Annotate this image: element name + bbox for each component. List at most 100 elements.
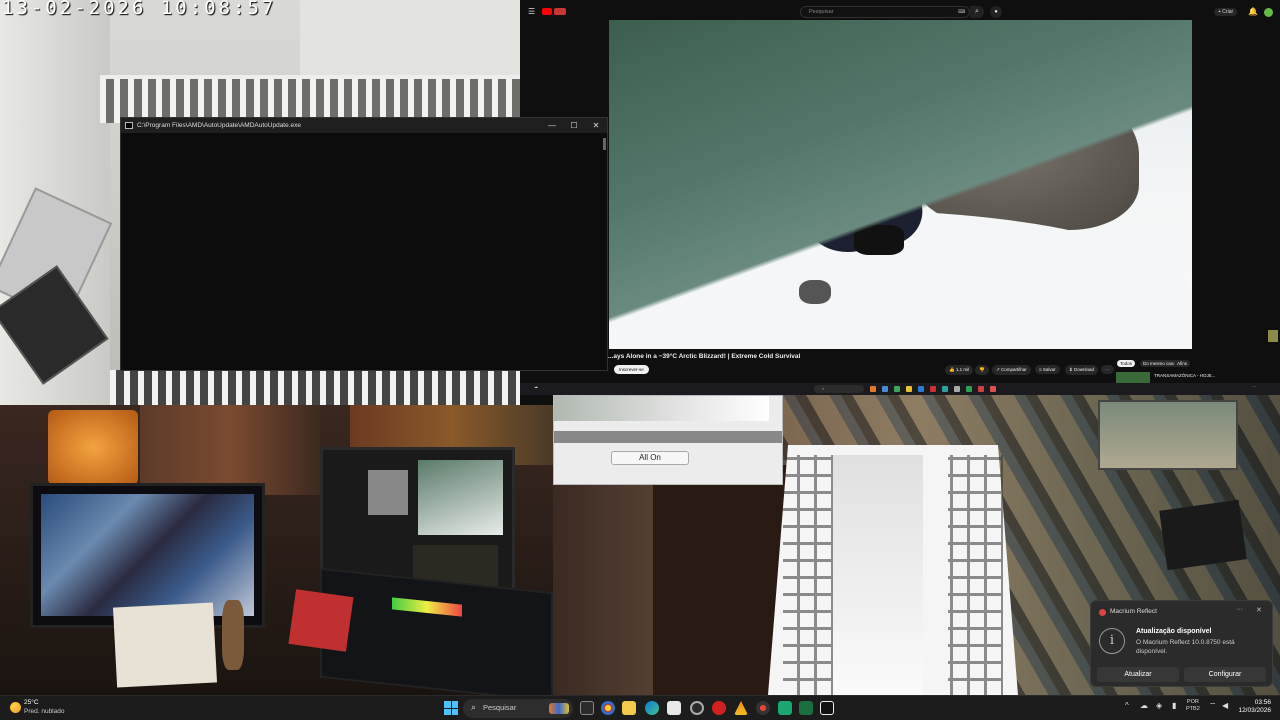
weather-description[interactable]: Pred. nublado xyxy=(24,708,64,715)
remote-clock: ⋯ xyxy=(1252,384,1256,389)
clock-time: 03:56 xyxy=(1254,699,1271,706)
gate-opening xyxy=(833,455,923,695)
search-icon[interactable]: ⌕ xyxy=(970,6,984,18)
room-mural xyxy=(140,405,320,495)
search-highlight-icon xyxy=(549,703,569,714)
cloud-icon[interactable]: ☁ xyxy=(1140,701,1148,710)
notification-body: O Macrium Reflect 10.0.8750 está disponí… xyxy=(1136,639,1235,655)
all-on-button[interactable]: All On xyxy=(611,451,689,465)
clock-date: 12/03/2026 xyxy=(1238,707,1271,714)
dislike-button[interactable]: 👎 xyxy=(975,365,989,375)
maximize-button[interactable]: ☐ xyxy=(563,118,585,133)
language-indicator[interactable]: POR PTB2 xyxy=(1186,699,1200,713)
hamburger-menu-icon[interactable]: ☰ xyxy=(528,7,535,16)
taskbar: 25°C Pred. nublado ⌕ Pesquisar ^ ☁ ◈ ▮ P… xyxy=(0,695,1280,720)
volume-icon[interactable]: ◀ xyxy=(1222,701,1228,710)
remote-app-icon xyxy=(942,386,948,392)
red-app-icon[interactable] xyxy=(712,701,726,715)
chip-related[interactable]: Afins xyxy=(1174,360,1191,367)
desktop: 13-02-2026 10:08:57 ☰ Pesquisar ⌨ ⌕ ● + … xyxy=(0,0,1280,720)
obs-icon[interactable] xyxy=(690,701,704,715)
like-count: 1,1 mil xyxy=(955,367,970,372)
wall-speaker xyxy=(1159,499,1247,571)
remote-weather: ☁ xyxy=(534,384,538,389)
video-title: ...ays Alone in a −39°C Arctic Blizzard!… xyxy=(608,353,801,360)
remote-app-icon xyxy=(954,386,960,392)
camera-railing xyxy=(100,75,520,123)
update-button[interactable]: Atualizar xyxy=(1097,667,1179,682)
search-icon: ⌕ xyxy=(471,702,477,712)
wifi-icon[interactable]: ⌔ xyxy=(1209,701,1217,711)
sidebar-thumbnail[interactable] xyxy=(1268,330,1278,342)
recommended-title: TRANSAMAZÔNICA - HOJE... xyxy=(1154,373,1216,378)
weather-sun-icon[interactable] xyxy=(10,702,21,713)
dialog-image xyxy=(554,396,769,421)
avatar[interactable] xyxy=(1264,8,1273,17)
camera-feed-bottom-left xyxy=(0,405,553,695)
remote-taskbar: ☁ ⌕ ⋯ xyxy=(520,383,1280,395)
terminal-icon xyxy=(125,122,133,129)
terminal-app-icon[interactable] xyxy=(820,701,834,715)
room-monitor-screen xyxy=(41,494,254,616)
remote-app-icon xyxy=(990,386,996,392)
camera-timestamp: 13-02-2026 10:08:57 xyxy=(2,0,277,19)
desk-calendar xyxy=(112,602,218,688)
share-button[interactable]: ↗ Compartilhar xyxy=(992,365,1031,375)
tray-chevron-icon[interactable]: ^ xyxy=(1125,701,1129,710)
weather-temperature[interactable]: 25°C xyxy=(24,699,39,706)
create-button[interactable]: + Criar xyxy=(1214,8,1238,16)
video-tarp xyxy=(609,20,1192,349)
youtube-window: ☰ Pesquisar ⌨ ⌕ ● + Criar 🔔 ...ays Alone… xyxy=(520,0,1280,405)
remote-app-icon xyxy=(894,386,900,392)
shield-icon[interactable]: ◈ xyxy=(1156,701,1162,710)
youtube-search-input[interactable]: Pesquisar xyxy=(800,6,970,18)
task-view-icon[interactable] xyxy=(580,701,594,715)
room-monitor-lower xyxy=(320,567,553,695)
like-button[interactable]: 👍 1,1 mil xyxy=(945,365,974,375)
desk-red-box xyxy=(288,589,354,652)
microphone-icon[interactable]: ● xyxy=(990,6,1002,18)
chip-all[interactable]: Todos xyxy=(1117,360,1136,367)
chrome-canary-icon[interactable] xyxy=(756,701,770,715)
more-actions-button[interactable]: ··· xyxy=(1101,365,1114,374)
console-scrollbar[interactable] xyxy=(603,138,606,150)
excel-icon[interactable] xyxy=(799,701,813,715)
notification-app-name: Macrium Reflect xyxy=(1110,608,1157,615)
remote-app-icon xyxy=(882,386,888,392)
room-lamp xyxy=(48,410,138,485)
close-button[interactable]: ✕ xyxy=(585,118,607,133)
download-button[interactable]: ⬇ Download xyxy=(1065,365,1099,375)
more-options-icon[interactable]: ··· xyxy=(1236,606,1243,613)
clock[interactable]: 03:56 12/03/2026 xyxy=(1238,699,1271,715)
chrome-icon[interactable] xyxy=(601,701,615,715)
save-button[interactable]: ≡ Salvar xyxy=(1035,365,1060,374)
audio-meter xyxy=(392,597,462,617)
edge-icon[interactable] xyxy=(645,701,659,715)
wall-photo xyxy=(1098,400,1238,470)
start-button[interactable] xyxy=(444,701,458,715)
console-titlebar[interactable]: C:\Program Files\AMD\AutoUpdate\AMDAutoU… xyxy=(121,118,607,133)
green-app-icon[interactable] xyxy=(778,701,792,715)
video-player[interactable] xyxy=(609,20,1192,349)
file-explorer-icon[interactable] xyxy=(622,701,636,715)
remote-app-icon xyxy=(906,386,912,392)
info-icon: i xyxy=(1099,628,1125,654)
store-icon[interactable] xyxy=(667,701,681,715)
console-window[interactable]: C:\Program Files\AMD\AutoUpdate\AMDAutoU… xyxy=(120,117,608,371)
youtube-topbar: ☰ Pesquisar ⌨ ⌕ ● + Criar 🔔 xyxy=(520,4,1280,20)
youtube-logo-icon[interactable] xyxy=(542,8,552,15)
remote-dialog: All On xyxy=(553,395,783,485)
keyboard-icon[interactable]: ⌨ xyxy=(958,9,965,15)
notification-title: Atualização disponível xyxy=(1136,628,1212,635)
minimize-button[interactable]: — xyxy=(541,118,563,133)
subscribe-button[interactable]: Inscrever-se xyxy=(614,365,649,374)
update-notification[interactable]: Macrium Reflect ··· ✕ i Atualização disp… xyxy=(1090,600,1273,687)
taskbar-search[interactable]: ⌕ Pesquisar xyxy=(463,699,573,718)
close-icon[interactable]: ✕ xyxy=(1256,606,1262,614)
configure-button[interactable]: Configurar xyxy=(1184,667,1266,682)
keyboard-layout: PTB2 xyxy=(1186,706,1200,712)
vlc-icon[interactable] xyxy=(734,701,748,715)
notifications-bell-icon[interactable]: 🔔 xyxy=(1248,7,1258,16)
camera-railing-lower xyxy=(110,370,520,405)
microphone-icon[interactable]: ▮ xyxy=(1172,701,1176,710)
